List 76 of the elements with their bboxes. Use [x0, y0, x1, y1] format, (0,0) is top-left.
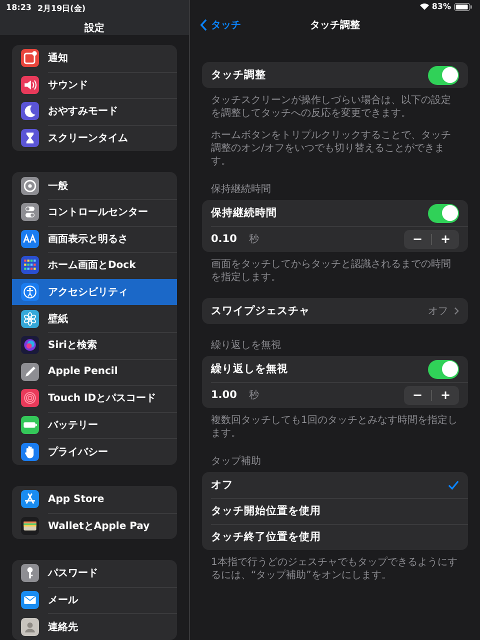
footer-text: ホームボタンをトリプルクリックすることで、タッチ調整のオン/オフをいつでも切り替えることができます。 — [211, 129, 452, 168]
app-grid-icon — [21, 256, 39, 274]
setting-label: タッチ調整 — [211, 68, 267, 82]
section-header: 保持継続時間 — [210, 182, 272, 197]
value-text: オフ — [428, 305, 448, 318]
section-header: タップ補助 — [210, 454, 262, 469]
sidebar-item[interactable]: 画面表示と明るさ — [12, 226, 177, 252]
value-text: 1.00 — [211, 389, 237, 401]
chevron-right-icon — [454, 307, 459, 315]
toggle-switch[interactable] — [428, 66, 459, 84]
sidebar-item[interactable]: スクリーンタイム — [12, 124, 177, 152]
siri-icon — [21, 336, 39, 354]
unit-label: 秒 — [248, 388, 260, 402]
minus-button[interactable]: − — [404, 230, 431, 248]
section-header: 繰り返しを無視 — [210, 338, 282, 353]
accessibility-icon — [21, 283, 39, 302]
checkmark-icon — [448, 480, 459, 490]
sidebar-item[interactable]: Siriと検索 — [12, 332, 177, 359]
status-date: 2月19日(金) — [37, 3, 86, 14]
sidebar-item[interactable]: バッテリー — [12, 412, 177, 438]
sidebar-item[interactable]: コントロールセンター — [12, 198, 177, 226]
option-row[interactable]: タッチ開始位置を使用 — [202, 498, 468, 524]
sidebar-item[interactable]: 通知 — [12, 45, 177, 72]
toggle-switch[interactable] — [428, 204, 459, 222]
status-time: 18:23 — [6, 3, 32, 14]
sidebar-item[interactable]: App Store — [12, 486, 177, 512]
sidebar-title: 設定 — [83, 21, 106, 35]
sidebar-item[interactable]: サウンド — [12, 72, 177, 98]
switches-icon — [21, 203, 39, 222]
flower-icon — [21, 310, 39, 328]
setting-label: 繰り返しを無視 — [211, 362, 289, 376]
hand-icon — [21, 442, 39, 461]
minus-button[interactable]: − — [404, 386, 431, 404]
sidebar-item[interactable]: アクセシビリティ — [12, 278, 177, 306]
wifi-icon — [420, 3, 429, 10]
sidebar-item[interactable]: Touch IDとパスコード — [12, 385, 177, 412]
sidebar-item[interactable]: ホーム画面とDock — [12, 252, 177, 279]
unit-label: 秒 — [248, 232, 260, 246]
sidebar-item[interactable]: パスワード — [12, 560, 177, 587]
navigation-row[interactable]: スワイプジェスチャ オフ — [202, 298, 468, 324]
page-title: タッチ調整 — [310, 18, 360, 32]
moon-icon — [21, 102, 39, 120]
sidebar-item[interactable]: プライバシー — [12, 438, 177, 465]
sidebar-item[interactable]: 連絡先 — [12, 613, 177, 640]
battery-icon — [454, 2, 472, 10]
sidebar-item[interactable]: 一般 — [12, 172, 177, 199]
footer-text: 画面をタッチしてからタッチと認識されるまでの時間を指定します。 — [211, 258, 452, 284]
mail-icon — [21, 590, 39, 609]
text-size-icon — [21, 230, 39, 248]
value-text: 0.10 — [211, 233, 237, 245]
sidebar-item[interactable]: おやすみモード — [12, 98, 177, 125]
key-icon — [21, 564, 39, 582]
sidebar-item[interactable]: WalletとApple Pay — [12, 512, 177, 540]
contacts-icon — [21, 618, 39, 636]
battery-percentage: 83% — [432, 2, 451, 11]
pencil-icon — [21, 362, 39, 381]
battery-icon — [21, 416, 39, 434]
option-row[interactable]: オフ — [202, 472, 468, 498]
sidebar-item[interactable]: メール — [12, 586, 177, 614]
back-button[interactable]: タッチ — [198, 18, 243, 32]
footer-text: 複数回タッチしても1回のタッチとみなす時間を指定します。 — [211, 414, 458, 440]
footer-text: タッチスクリーンが操作しづらい場合は、以下の設定を調整してタッチへの反応を変更できます。 — [211, 94, 452, 120]
setting-label: 保持継続時間 — [211, 206, 278, 220]
sidebar-item[interactable]: 壁紙 — [12, 305, 177, 332]
option-row[interactable]: タッチ終了位置を使用 — [202, 524, 468, 550]
notification-icon — [21, 49, 39, 68]
toggle-switch[interactable] — [428, 360, 459, 378]
plus-button[interactable]: + — [432, 386, 459, 404]
plus-button[interactable]: + — [432, 230, 459, 248]
speaker-icon — [21, 76, 39, 94]
wallet-icon — [21, 516, 39, 535]
hourglass-icon — [21, 129, 39, 148]
app-store-icon — [21, 490, 39, 508]
chevron-left-icon — [200, 19, 207, 31]
footer-text: 1本指で行うどのジェスチャでもタップできるようにするには、“タップ補助”をオンにします。 — [211, 556, 458, 582]
sidebar-item[interactable]: Apple Pencil — [12, 358, 177, 386]
